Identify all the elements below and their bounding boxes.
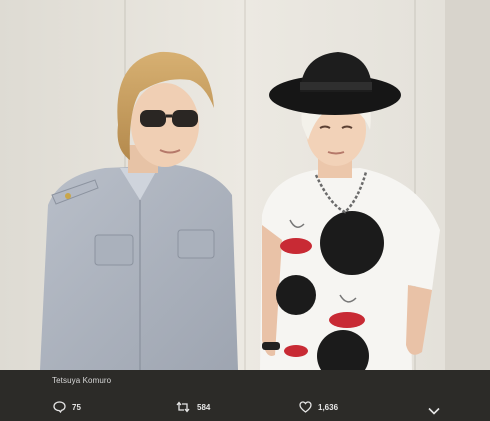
reply-button[interactable]: 75 — [53, 400, 81, 414]
more-options-button[interactable] — [428, 402, 440, 420]
author-name[interactable]: Tetsuya Komuro — [52, 376, 111, 385]
chevron-down-icon — [428, 402, 440, 419]
tweet-photo[interactable] — [0, 0, 490, 370]
retweet-arrows-icon — [175, 401, 191, 413]
like-button[interactable]: 1,636 — [299, 400, 338, 414]
tweet-card: Tetsuya Komuro 75 584 1,636 — [0, 0, 490, 421]
heart-icon — [299, 401, 312, 413]
tweet-footer: Tetsuya Komuro 75 584 1,636 — [0, 370, 490, 421]
reply-count: 75 — [72, 402, 81, 412]
like-count: 1,636 — [318, 402, 339, 412]
retweet-count: 584 — [197, 402, 211, 412]
retweet-button[interactable]: 584 — [175, 400, 210, 414]
speech-bubble-icon — [53, 401, 66, 413]
